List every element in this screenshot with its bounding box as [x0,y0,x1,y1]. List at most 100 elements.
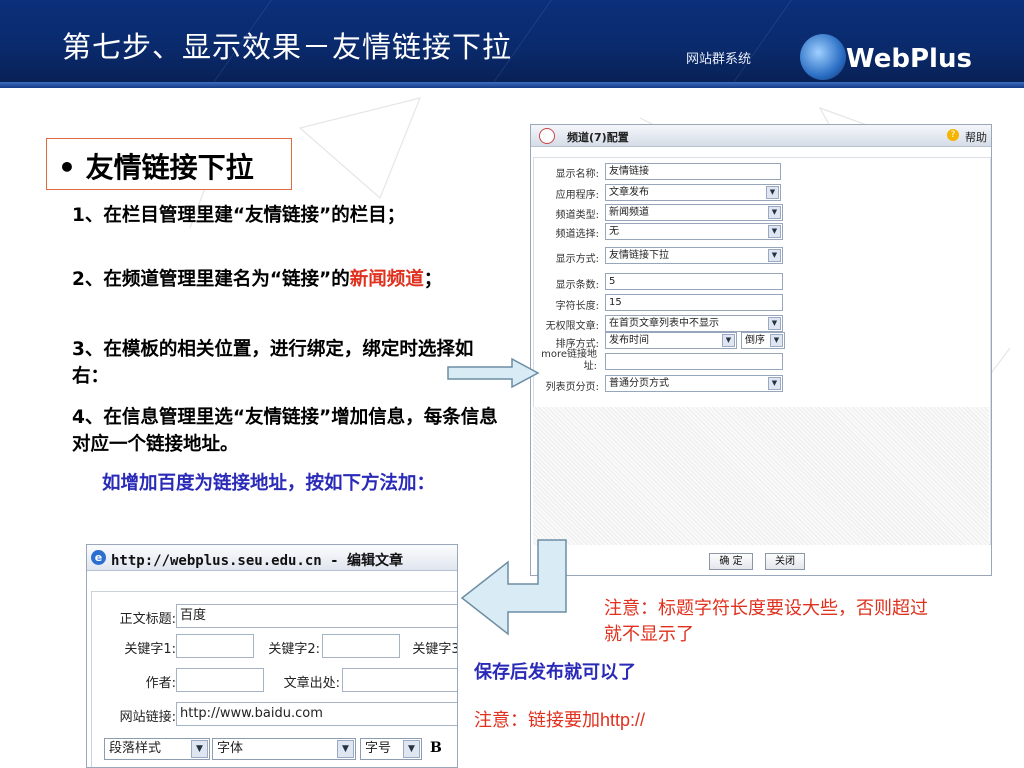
step-text: 、在栏目管理里建“友情链接”的栏目； [84,205,406,226]
author-input[interactable] [176,668,264,692]
bullet-heading: • 友情链接下拉 [58,151,254,184]
chevron-down-icon: ▼ [191,740,208,758]
chevron-down-icon: ▼ [722,334,735,347]
more-link-input[interactable] [605,353,783,370]
step-number: 4 [72,407,85,428]
font-size-select[interactable]: 字号 ▼ [360,738,422,760]
paragraph-style-select[interactable]: 段落样式 ▼ [104,738,210,760]
note-link-prefix: 注意：链接要加http:// [474,706,645,732]
arrow-left-bend-icon [460,539,567,636]
sort-order-value: 倒序 [745,335,765,346]
bold-button[interactable]: B [430,740,442,756]
step-text-end: ； [423,269,443,290]
paging-label: 列表页分页: [545,382,599,393]
no-permission-value: 在首页文章列表中不显示 [609,318,719,329]
app-select-value: 文章发布 [609,187,649,198]
step-number: 2 [72,269,85,290]
keyword1-input[interactable] [176,634,254,658]
chevron-down-icon: ▼ [403,740,420,758]
display-mode-select[interactable]: 友情链接下拉 ▼ [605,247,783,264]
browser-icon: e [91,550,106,565]
chevron-down-icon: ▼ [768,225,781,238]
title-input[interactable]: 百度 [176,604,457,628]
author-label: 作者: [145,676,176,691]
window-title: http://webplus.seu.edu.cn - 编辑文章 [111,553,404,569]
channel-type-select[interactable]: 新闻频道 ▼ [605,204,783,221]
edit-form: 正文标题: 百度 关键字1: 关键字2: 关键字3: 作者: 文章出处: 网站链… [91,591,457,767]
note-prefix: 注意： [604,598,658,619]
channel-select[interactable]: 无 ▼ [605,223,783,240]
chevron-down-icon: ▼ [770,334,783,347]
char-length-input[interactable]: 15 [605,294,783,311]
display-count-label: 显示条数: [555,280,599,291]
channel-select-value: 无 [609,226,619,237]
sort-select[interactable]: 发布时间 ▼ [605,332,737,349]
channel-config-dialog: 频道(7)配置 ? 帮助 显示名称: 友情链接 应用程序: 文章发布 ▼ 频道类型… [530,124,992,576]
brand-logo: WebPlus [846,44,972,74]
no-permission-label: 无权限文章: [545,321,599,332]
app-logo-icon [539,128,555,144]
config-empty-area [533,407,989,545]
slide-banner: 第七步、显示效果－友情链接下拉 网站群系统 WebPlus [0,0,1024,88]
chevron-down-icon: ▼ [768,206,781,219]
step-number: 3 [72,339,85,360]
note-text: 注意：链接要加 [474,710,600,731]
title-label: 正文标题: [119,612,176,627]
link-input[interactable]: http://www.baidu.com [176,702,457,726]
more-link-label: more链接地址: [541,349,597,372]
dialog-title: 频道(7)配置 [567,131,629,144]
channel-type-label: 频道类型: [555,210,599,221]
step-text: 、在模板的相关位置，进行绑定，绑定时选择如右： [72,339,474,387]
chevron-down-icon: ▼ [337,740,354,758]
step-3: 3、在模板的相关位置，进行绑定，绑定时选择如右： [72,336,500,390]
sort-value: 发布时间 [609,335,649,346]
paging-select[interactable]: 普通分页方式 ▼ [605,375,783,392]
sort-order-select[interactable]: 倒序 ▼ [741,332,785,349]
app-select[interactable]: 文章发布 ▼ [605,184,781,201]
font-size-value: 字号 [365,741,392,756]
chevron-down-icon: ▼ [768,377,781,390]
keyword3-label: 关键字3: [412,642,457,657]
display-mode-label: 显示方式: [555,254,599,265]
channel-select-label: 频道选择: [555,229,599,240]
step-number: 1 [72,205,85,226]
step-text: 、在信息管理里选“友情链接”增加信息，每条信息对应一个链接地址。 [72,407,498,455]
ok-button[interactable]: 确 定 [709,553,753,570]
sort-label: 排序方式: [555,339,599,350]
step-2: 2、在频道管理里建名为“链接”的新闻频道； [72,266,500,293]
arrow-right-icon [447,357,540,389]
close-button[interactable]: 关闭 [765,553,805,570]
no-permission-select[interactable]: 在首页文章列表中不显示 ▼ [605,315,783,332]
keyword2-input[interactable] [322,634,400,658]
display-name-label: 显示名称: [555,169,599,180]
note-url-prefix: http:// [600,710,646,730]
step-4: 4、在信息管理里选“友情链接”增加信息，每条信息对应一个链接地址。 [72,404,500,458]
banner-stripe [489,0,721,88]
app-label: 应用程序: [555,190,599,201]
link-label: 网站链接: [119,710,176,725]
chevron-down-icon: ▼ [768,317,781,330]
window-title-bar: e http://webplus.seu.edu.cn - 编辑文章 [87,545,457,571]
font-select[interactable]: 字体 ▼ [212,738,356,760]
step-text: 、在频道管理里建名为“链接”的 [84,269,350,290]
step-1: 1、在栏目管理里建“友情链接”的栏目； [72,202,500,229]
char-length-label: 字符长度: [555,301,599,312]
keyword2-label: 关键字2: [268,642,320,657]
channel-type-value: 新闻频道 [609,207,649,218]
source-input[interactable] [342,668,457,692]
help-icon[interactable]: ? [947,129,959,141]
chevron-down-icon: ▼ [768,249,781,262]
globe-logo-icon [800,34,846,80]
font-value: 字体 [217,741,244,756]
source-label: 文章出处: [283,676,340,691]
help-link[interactable]: 帮助 [965,129,987,145]
paragraph-style-value: 段落样式 [109,741,162,756]
step-highlight: 新闻频道 [349,269,424,290]
display-name-input[interactable]: 友情链接 [605,163,781,180]
display-mode-value: 友情链接下拉 [609,250,669,261]
display-count-input[interactable]: 5 [605,273,783,290]
keyword1-label: 关键字1: [124,642,176,657]
chevron-down-icon: ▼ [766,186,779,199]
note-title-length: 注意：标题字符长度要设大些，否则超过就不显示了 [604,596,944,648]
brand-subtitle: 网站群系统 [686,52,752,67]
